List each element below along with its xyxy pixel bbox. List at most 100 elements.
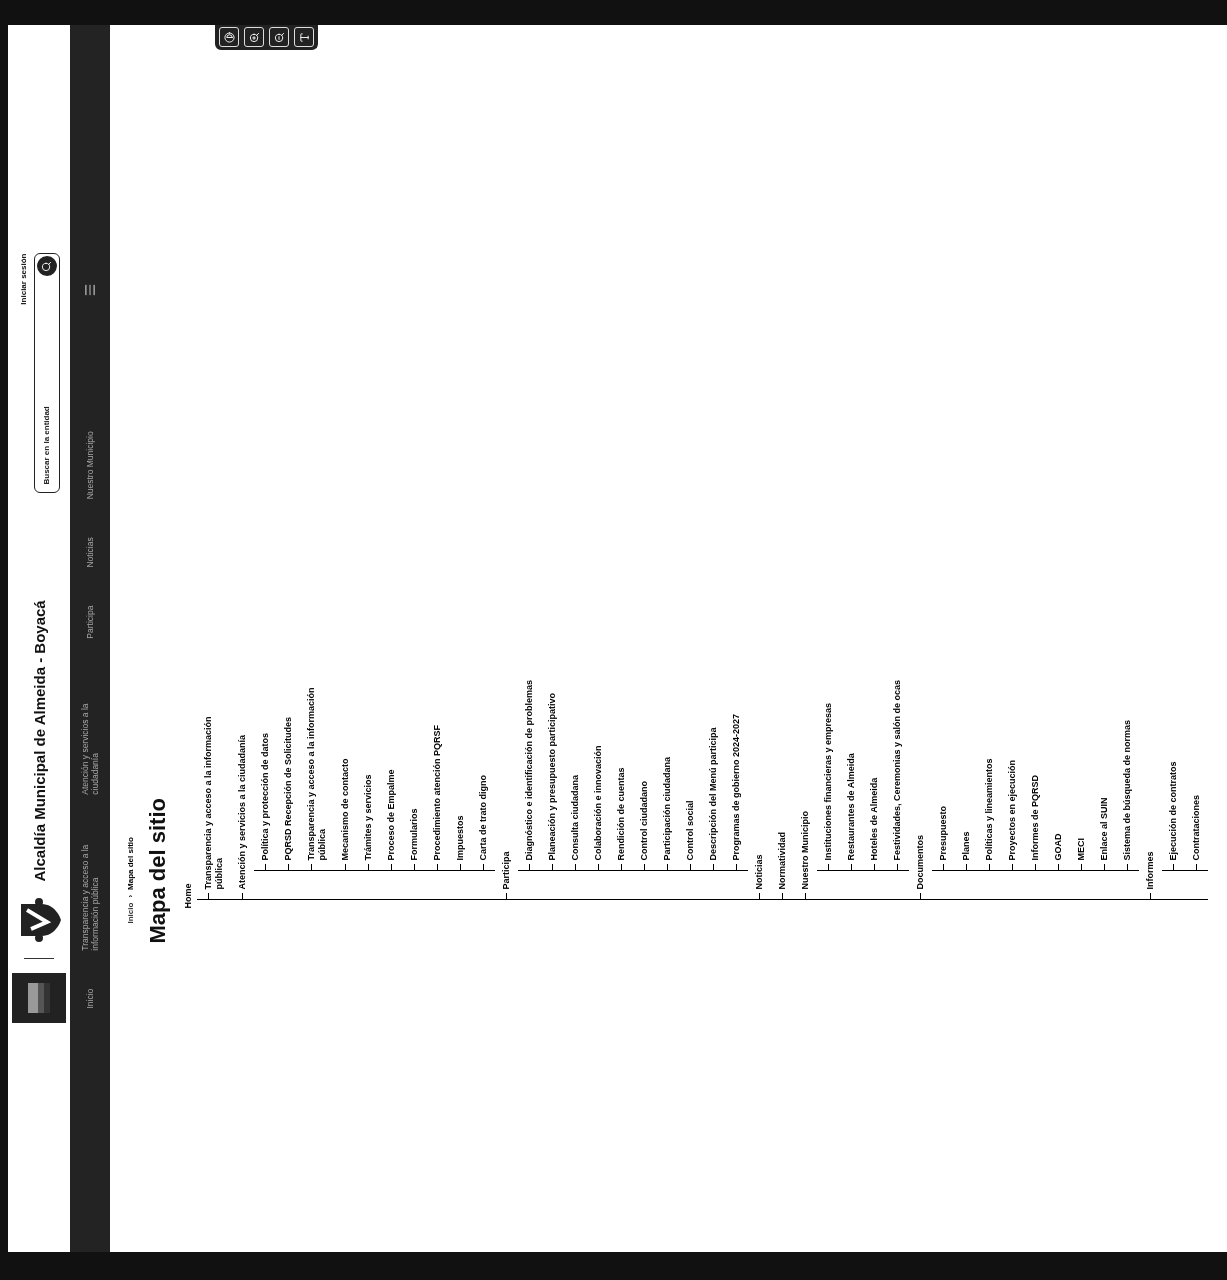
sitemap-item: Proceso de Empalme: [380, 254, 403, 871]
sitemap-link[interactable]: MECI: [1070, 661, 1093, 871]
sitemap-item: Políticas y lineamientos: [978, 254, 1001, 871]
sitemap-link[interactable]: Carta de trato digno: [472, 661, 495, 871]
contrast-button[interactable]: [219, 28, 239, 48]
sitemap-link[interactable]: Mecanismo de contacto: [334, 661, 357, 871]
sitemap-item: Descripción del Menú participa: [702, 254, 725, 871]
sitemap-item: Política y protección de datos: [254, 254, 277, 871]
breadcrumb-item[interactable]: Inicio: [126, 903, 135, 924]
sitemap-item: Nuestro MunicipioInstituciones financier…: [794, 254, 909, 900]
search-button[interactable]: [37, 257, 57, 277]
flag-icon: [22, 982, 56, 1016]
sitemap-item: Planeación y presupuesto participativo: [541, 254, 564, 871]
sitemap-link[interactable]: Descripción del Menú participa: [702, 661, 725, 871]
sitemap-item: Mecanismo de contacto: [334, 254, 357, 871]
sitemap-branch: Ejecución de contratosContrataciones: [1162, 254, 1208, 872]
sitemap-branch: Diagnóstico e identificación de problema…: [518, 254, 748, 872]
sitemap-root[interactable]: Home: [183, 254, 197, 909]
sitemap-link[interactable]: Sistema de búsqueda de normas: [1116, 661, 1139, 871]
sitemap-link[interactable]: Enlace al SUIN: [1093, 661, 1116, 871]
sitemap-link[interactable]: Proyectos en ejecución: [1001, 661, 1024, 871]
sitemap-link[interactable]: Planes: [955, 661, 978, 871]
sitemap-link[interactable]: Planeación y presupuesto participativo: [541, 661, 564, 871]
text-button[interactable]: [294, 28, 314, 48]
sitemap-branch: Transparencia y acceso a la información …: [197, 254, 1208, 901]
search-icon: [41, 261, 52, 272]
sitemap-link[interactable]: Instituciones financieras y empresas: [817, 661, 840, 871]
site-title: Alcaldía Municipal de Almeida - Boyacá: [31, 600, 48, 881]
sitemap-link[interactable]: Informes de PQRSD: [1024, 661, 1047, 871]
sitemap-link[interactable]: Normatividad: [771, 690, 794, 900]
sitemap-link[interactable]: GOAD: [1047, 661, 1070, 871]
search-field[interactable]: Buscar en la entidad: [34, 254, 60, 494]
sitemap-item: GOAD: [1047, 254, 1070, 871]
sitemap-item: Enlace al SUIN: [1093, 254, 1116, 871]
nav-item[interactable]: Noticias: [85, 537, 95, 567]
page-title: Mapa del sitio: [145, 254, 171, 944]
sitemap-link[interactable]: Restaurantes de Almeida: [840, 661, 863, 871]
login-link[interactable]: Iniciar sesión: [19, 254, 28, 305]
sitemap-link[interactable]: Transparencia y acceso a la información …: [197, 690, 231, 900]
accessibility-toolbar: [215, 25, 318, 50]
sitemap-link[interactable]: Formularios: [403, 661, 426, 871]
coat-of-arms-icon[interactable]: [15, 897, 63, 945]
sitemap-link[interactable]: Nuestro Municipio: [794, 690, 817, 900]
sitemap-link[interactable]: Ejecución de contratos: [1162, 661, 1185, 871]
zoom-in-button[interactable]: [244, 28, 264, 48]
sitemap-link[interactable]: Hoteles de Almeida: [863, 661, 886, 871]
sitemap-item: Instituciones financieras y empresas: [817, 254, 840, 871]
nav-item[interactable]: Nuestro Municipio: [85, 431, 95, 499]
sitemap-link[interactable]: Festividades, Ceremonias y salón de ocas: [886, 661, 909, 871]
sitemap-item: Hoteles de Almeida: [863, 254, 886, 871]
sitemap-item: DocumentosPresupuestoPlanesPolíticas y l…: [909, 254, 1139, 900]
zoom-out-icon: [274, 32, 285, 43]
sitemap-link[interactable]: Rendición de cuentas: [610, 661, 633, 871]
sitemap-item: Carta de trato digno: [472, 254, 495, 871]
sitemap-link[interactable]: Informes: [1139, 690, 1162, 900]
sitemap-item: Control ciudadano: [633, 254, 656, 871]
nav-item[interactable]: Inicio: [85, 989, 95, 1009]
sitemap-branch: Instituciones financieras y empresasRest…: [817, 254, 909, 872]
sitemap-link[interactable]: Atención y servicios a la ciudadanía: [231, 690, 254, 900]
nav-item[interactable]: Transparencia y acceso a la información …: [80, 833, 100, 951]
header: Alcaldía Municipal de Almeida - Boyacá In…: [8, 25, 70, 1252]
sitemap-link[interactable]: Programas de gobierno 2024-2027: [725, 661, 748, 871]
sitemap-link[interactable]: Colaboración e innovación: [587, 661, 610, 871]
nav-item[interactable]: Atención y servicios a la ciudadanía: [80, 677, 100, 795]
sitemap-link[interactable]: Transparencia y acceso a la información …: [300, 661, 334, 871]
sitemap-link[interactable]: Noticias: [748, 690, 771, 900]
gov-logo[interactable]: [12, 974, 66, 1024]
sitemap-link[interactable]: Diagnóstico e identificación de problema…: [518, 661, 541, 871]
sitemap-item: Participación ciudadana: [656, 254, 679, 871]
sitemap-link[interactable]: Participa: [495, 690, 518, 900]
sitemap-link[interactable]: Proceso de Empalme: [380, 661, 403, 871]
sitemap-item: Presupuesto: [932, 254, 955, 871]
menu-button[interactable]: [83, 284, 97, 298]
sitemap-link[interactable]: Trámites y servicios: [357, 661, 380, 871]
sitemap-link[interactable]: Procedimiento atención PQRSF: [426, 661, 449, 871]
sitemap-item: Impuestos: [449, 254, 472, 871]
sitemap-link[interactable]: Políticas y lineamientos: [978, 661, 1001, 871]
sitemap-item: Restaurantes de Almeida: [840, 254, 863, 871]
header-divider: [24, 959, 54, 960]
main-nav: Inicio Transparencia y acceso a la inform…: [70, 25, 110, 1252]
sitemap-link[interactable]: PQRSD Recepción de Solicitudes: [277, 661, 300, 871]
sitemap-item: Planes: [955, 254, 978, 871]
sitemap-item: Rendición de cuentas: [610, 254, 633, 871]
sitemap-branch: Política y protección de datosPQRSD Rece…: [254, 254, 495, 872]
sitemap-link[interactable]: Impuestos: [449, 661, 472, 871]
zoom-out-button[interactable]: [269, 28, 289, 48]
sitemap-item: Trámites y servicios: [357, 254, 380, 871]
sitemap-link[interactable]: Consulta ciudadana: [564, 661, 587, 871]
sitemap-link[interactable]: Presupuesto: [932, 661, 955, 871]
breadcrumb-item: Mapa del sitio: [126, 837, 135, 890]
sitemap-link[interactable]: Participación ciudadana: [656, 661, 679, 871]
search-placeholder: Buscar en la entidad: [42, 277, 51, 485]
sitemap-link[interactable]: Política y protección de datos: [254, 661, 277, 871]
sitemap-link[interactable]: Contrataciones: [1185, 661, 1208, 871]
sitemap-item: ParticipaDiagnóstico e identificación de…: [495, 254, 748, 900]
sitemap-link[interactable]: Documentos: [909, 690, 932, 900]
sitemap-item: Atención y servicios a la ciudadaníaPolí…: [231, 254, 495, 900]
nav-item[interactable]: Participa: [85, 606, 95, 639]
sitemap-link[interactable]: Control social: [679, 661, 702, 871]
sitemap-link[interactable]: Control ciudadano: [633, 661, 656, 871]
